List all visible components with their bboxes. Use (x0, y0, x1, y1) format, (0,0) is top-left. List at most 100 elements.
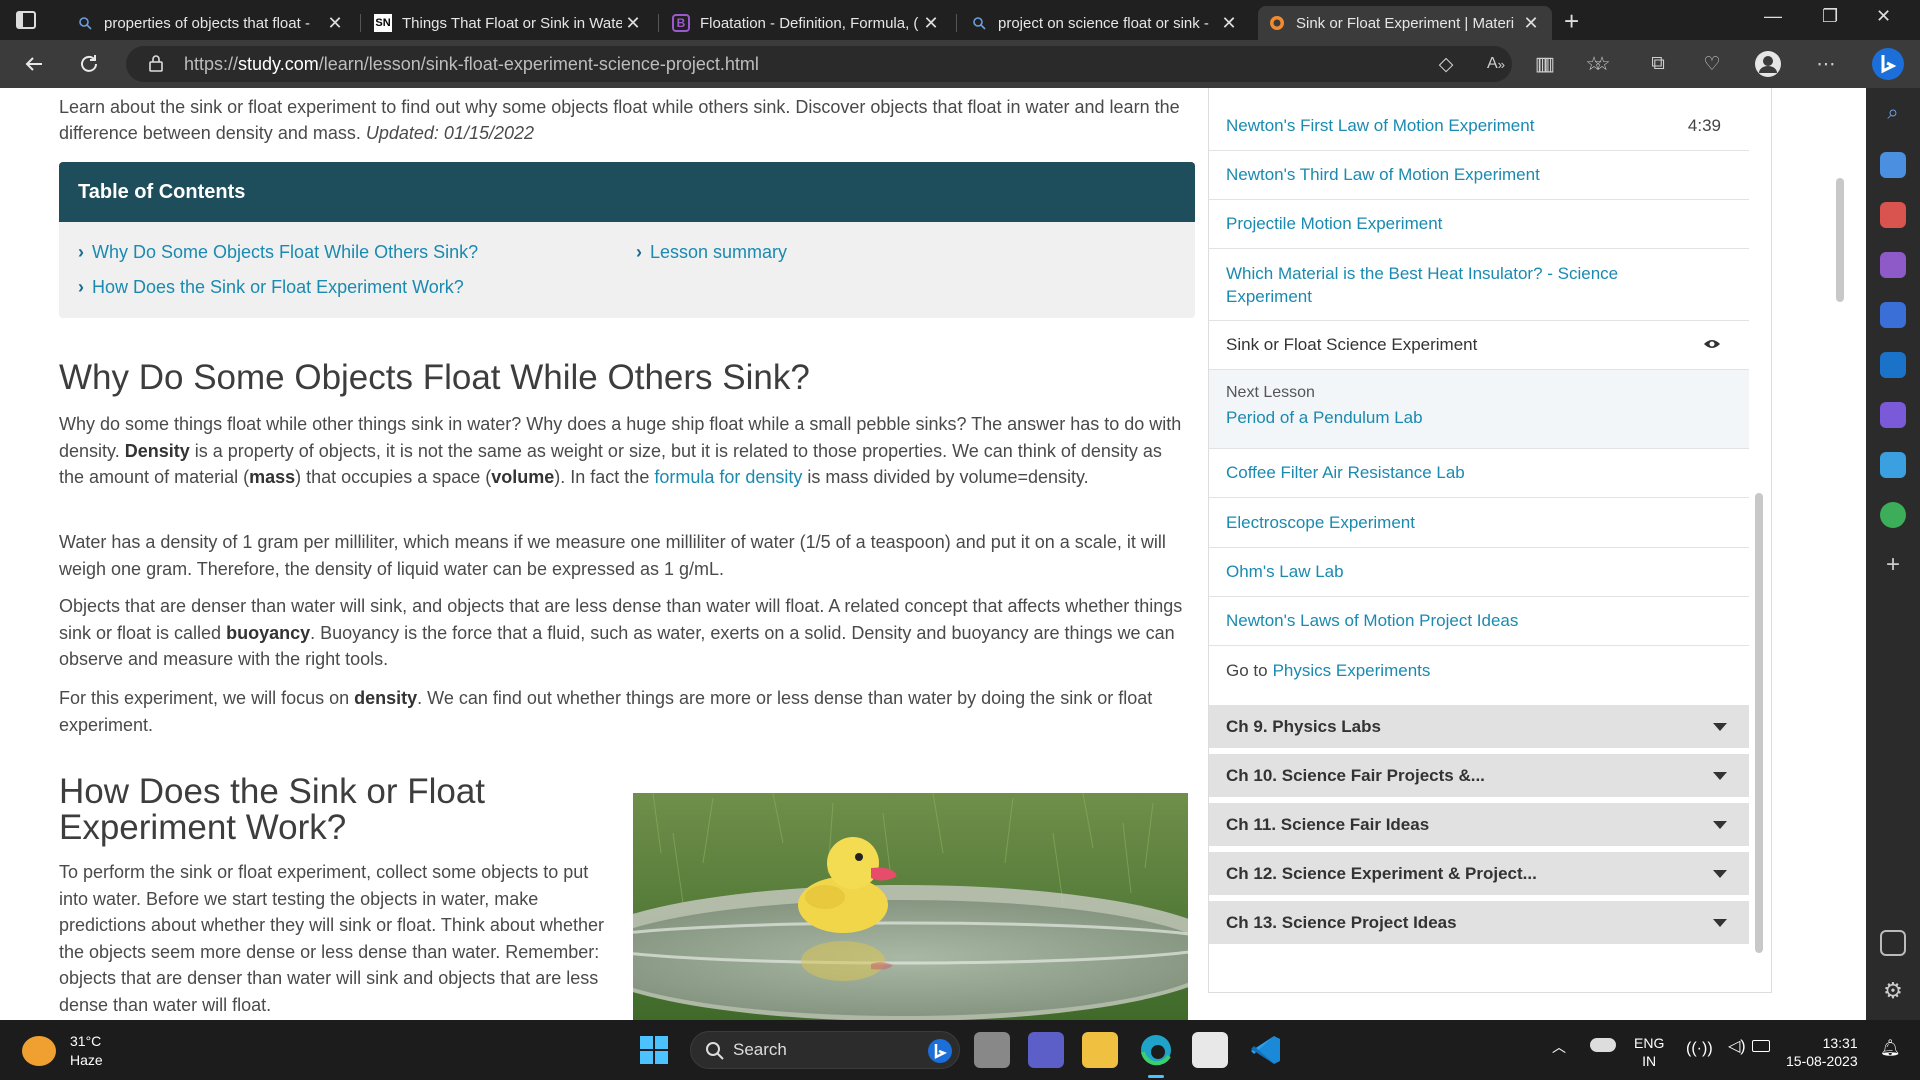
sidebar-item-newtons-laws-ideas[interactable]: Newton's Laws of Motion Project Ideas (1209, 597, 1749, 646)
next-lesson-title[interactable]: Period of a Pendulum Lab (1226, 408, 1732, 428)
microsoft-store-icon[interactable] (1192, 1032, 1228, 1068)
task-view-icon[interactable] (974, 1032, 1010, 1068)
games-icon[interactable] (1880, 252, 1906, 278)
chapter-13-accordion[interactable]: Ch 13. Science Project Ideas (1209, 901, 1749, 947)
close-tab-icon[interactable]: ✕ (920, 13, 942, 34)
onedrive-cloud-icon[interactable] (1590, 1038, 1616, 1052)
network-wifi-icon[interactable]: ((·)) (1686, 1040, 1713, 1058)
chapter-11-accordion[interactable]: Ch 11. Science Fair Ideas (1209, 803, 1749, 849)
edge-sidebar: ⌕ + ⚙ (1866, 88, 1920, 1020)
back-icon[interactable] (18, 48, 50, 80)
sidebar-item-newtons-first-law[interactable]: Newton's First Law of Motion Experiment … (1209, 102, 1749, 151)
more-menu-icon[interactable]: ⋯ (1812, 50, 1840, 78)
sidebar-item-projectile-motion[interactable]: Projectile Motion Experiment (1209, 200, 1749, 249)
tab-3[interactable]: B Floatation - Definition, Formula, ( ✕ (662, 6, 952, 40)
sidebar-toggle-icon[interactable] (1880, 930, 1906, 956)
sidebar-item-electroscope[interactable]: Electroscope Experiment (1209, 498, 1749, 548)
notification-bell-icon[interactable]: 🔔︎ (1880, 1040, 1900, 1058)
windows-taskbar: 31°C Haze Search ︿ ENG IN ((·)) ◁) 13:31 1… (0, 1020, 1920, 1080)
heartbeat-icon[interactable]: ♡ (1698, 50, 1726, 78)
toc-heading: Table of Contents (59, 162, 1195, 222)
sidebar-item-ohms-law[interactable]: Ohm's Law Lab (1209, 548, 1749, 597)
new-tab-icon[interactable]: + (1564, 6, 1579, 37)
page-scrollbar[interactable] (1828, 88, 1866, 1020)
volume-icon[interactable]: ◁) (1728, 1038, 1746, 1056)
lock-icon[interactable] (148, 54, 164, 72)
read-aloud-icon[interactable]: A» (1482, 50, 1510, 78)
toc-link-why-float[interactable]: › Why Do Some Objects Float While Others … (78, 242, 478, 263)
formula-for-density-link[interactable]: formula for density (654, 467, 802, 487)
tab-5-active[interactable]: Sink or Float Experiment | Materi ✕ (1258, 6, 1552, 40)
sidebar-item-heat-insulator[interactable]: Which Material is the Best Heat Insulato… (1209, 249, 1749, 321)
refresh-icon[interactable] (73, 48, 105, 80)
close-tab-icon[interactable]: ✕ (622, 13, 644, 34)
sidebar-goto-physics-experiments[interactable]: Go to Physics Experiments (1209, 646, 1749, 695)
chevron-right-icon: › (78, 242, 84, 262)
weather-desc: Haze (70, 1052, 103, 1068)
chapter-12-accordion[interactable]: Ch 12. Science Experiment & Project... (1209, 852, 1749, 898)
toc-link-how-works[interactable]: › How Does the Sink or Float Experiment W… (78, 277, 464, 298)
chapter-10-accordion[interactable]: Ch 10. Science Fair Projects &... (1209, 754, 1749, 800)
tab-title: Things That Float or Sink in Wate (402, 14, 622, 32)
sidebar-item-next-lesson[interactable]: Next Lesson Period of a Pendulum Lab (1209, 370, 1749, 449)
clock[interactable]: 13:31 15-08-2023 (1786, 1034, 1858, 1070)
favorites-icon[interactable]: ☆ (1588, 50, 1616, 78)
lesson-sidebar: Newton's First Law of Motion Experiment … (1208, 88, 1772, 993)
sidebar-item-sink-or-float-current[interactable]: Sink or Float Science Experiment (1209, 321, 1749, 370)
tab-title: properties of objects that float - (104, 14, 310, 32)
tree-icon[interactable] (1880, 502, 1906, 528)
search-icon[interactable]: ⌕ (1880, 102, 1906, 128)
taskbar-search[interactable]: Search (690, 1031, 960, 1069)
close-tab-icon[interactable]: ✕ (1218, 13, 1240, 34)
profile-avatar-icon[interactable] (1754, 50, 1782, 78)
chevron-right-icon: › (636, 242, 642, 262)
chevron-up-icon[interactable]: ︿ (1552, 1038, 1566, 1056)
tools-icon[interactable] (1880, 202, 1906, 228)
windows-start-icon[interactable] (636, 1032, 672, 1068)
weather-widget[interactable]: 31°C Haze (22, 1032, 103, 1070)
microsoft-365-icon[interactable] (1880, 302, 1906, 328)
tab-4[interactable]: project on science float or sink - ✕ (960, 6, 1250, 40)
restore-icon[interactable]: ❐ (1822, 6, 1838, 27)
tag-icon[interactable]: ◇ (1432, 50, 1460, 78)
add-icon[interactable]: + (1880, 552, 1906, 578)
language-indicator[interactable]: ENG IN (1634, 1034, 1664, 1070)
collections-icon[interactable]: ⧉ (1644, 50, 1672, 78)
minimize-icon[interactable]: — (1764, 6, 1782, 27)
sidebar-item-newtons-third-law[interactable]: Newton's Third Law of Motion Experiment (1209, 151, 1749, 200)
paragraph-buoyancy: Objects that are denser than water will … (59, 596, 1183, 669)
send-icon[interactable] (1880, 452, 1906, 478)
settings-gear-icon[interactable]: ⚙ (1880, 978, 1906, 1004)
next-lesson-label: Next Lesson (1226, 384, 1315, 401)
close-window-icon[interactable]: ✕ (1876, 6, 1891, 27)
bing-copilot-icon[interactable] (1870, 46, 1906, 82)
tab-2[interactable]: SN Things That Float or Sink in Wate ✕ (364, 6, 654, 40)
edge-browser-icon[interactable] (1138, 1032, 1174, 1068)
study-favicon-icon (1268, 14, 1286, 32)
sidebar-scrollbar[interactable] (1755, 493, 1763, 953)
close-tab-icon[interactable]: ✕ (324, 13, 346, 34)
toc-link-lesson-summary[interactable]: › Lesson summary (636, 242, 787, 263)
sidebar-item-coffee-filter[interactable]: Coffee Filter Air Resistance Lab (1209, 449, 1749, 498)
shopping-tag-icon[interactable] (1880, 152, 1906, 178)
outlook-icon[interactable] (1880, 352, 1906, 378)
chevron-down-icon (1713, 772, 1727, 780)
tab-divider (360, 14, 361, 32)
vscode-icon[interactable] (1248, 1032, 1284, 1068)
close-tab-icon[interactable]: ✕ (1520, 13, 1542, 34)
file-explorer-icon[interactable] (1082, 1032, 1118, 1068)
teams-chat-icon[interactable] (1028, 1032, 1064, 1068)
address-bar[interactable]: https://study.com/learn/lesson/sink-floa… (126, 46, 1603, 82)
chevron-down-icon (1713, 723, 1727, 731)
tab-divider (658, 14, 659, 32)
page-scrollbar-thumb[interactable] (1836, 178, 1844, 302)
battery-icon[interactable] (1752, 1040, 1770, 1052)
designer-icon[interactable] (1880, 402, 1906, 428)
browser-tab-strip: properties of objects that float - ✕ SN … (0, 0, 1920, 40)
tab-1[interactable]: properties of objects that float - ✕ (66, 6, 356, 40)
updated-date: Updated: 01/15/2022 (365, 123, 535, 143)
rubber-duck-photo (633, 793, 1188, 1020)
chapter-9-accordion[interactable]: Ch 9. Physics Labs (1209, 705, 1749, 751)
split-screen-icon[interactable]: ◫ (1532, 50, 1560, 78)
tab-actions-icon[interactable] (14, 8, 38, 32)
